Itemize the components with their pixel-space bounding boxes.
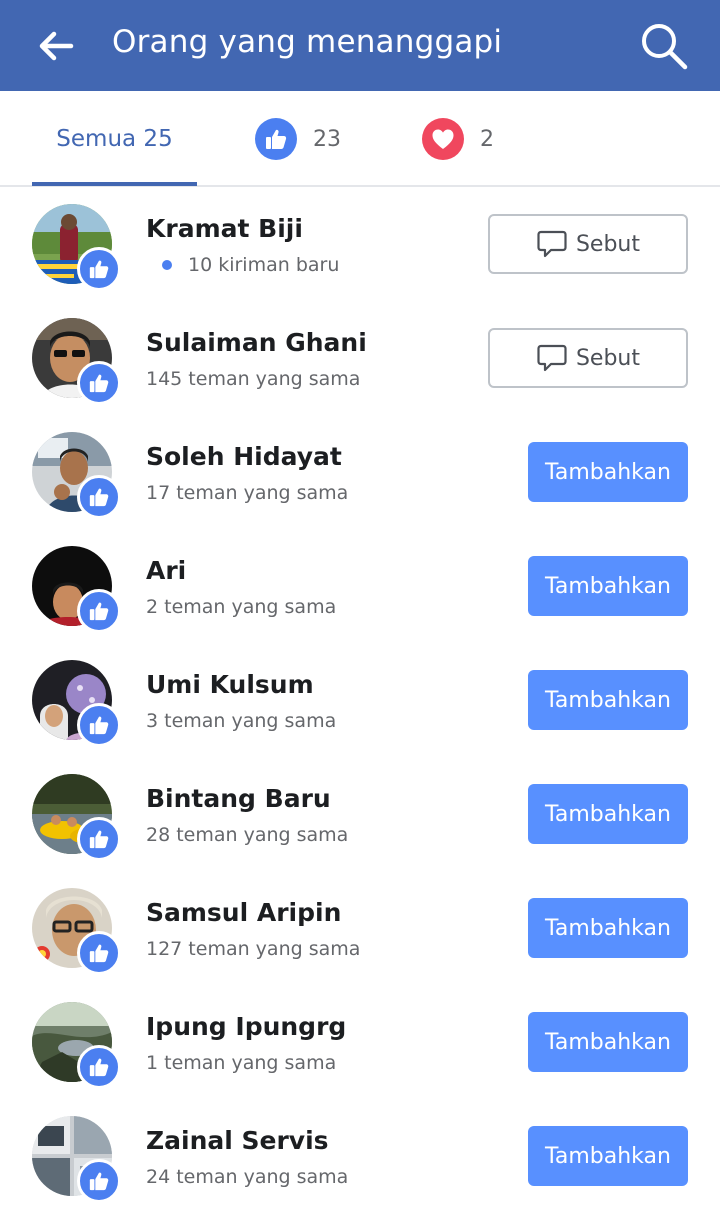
add-friend-button-label: Tambahkan: [545, 573, 671, 599]
add-friend-button[interactable]: Tambahkan: [528, 442, 688, 502]
add-friend-button[interactable]: Tambahkan: [528, 784, 688, 844]
person-name[interactable]: Soleh Hidayat: [146, 442, 342, 471]
like-badge-icon: [77, 703, 121, 747]
mutual-friends-text: 2 teman yang sama: [146, 596, 337, 618]
page-title: Orang yang menanggapi: [112, 24, 503, 60]
mention-button[interactable]: Sebut: [488, 214, 688, 274]
person-name[interactable]: Ipung Ipungrg: [146, 1012, 346, 1041]
search-button[interactable]: [634, 16, 694, 76]
like-badge-icon: [77, 589, 121, 633]
list-item[interactable]: Ipung Ipungrg 1 teman yang sama Tambahka…: [0, 986, 720, 1100]
like-badge-icon: [77, 1045, 121, 1089]
list-item[interactable]: Umi Kulsum 3 teman yang sama Tambahkan: [0, 644, 720, 758]
avatar[interactable]: [32, 204, 121, 292]
add-friend-button[interactable]: Tambahkan: [528, 898, 688, 958]
add-friend-button-label: Tambahkan: [545, 687, 671, 713]
mutual-friends-text: 24 teman yang sama: [146, 1166, 349, 1188]
love-count: 2: [480, 126, 494, 152]
add-friend-button-label: Tambahkan: [545, 915, 671, 941]
like-badge-icon: [77, 361, 121, 405]
tab-like[interactable]: 23: [255, 91, 375, 187]
add-friend-button-label: Tambahkan: [545, 1029, 671, 1055]
list-item[interactable]: Ari 2 teman yang sama Tambahkan: [0, 530, 720, 644]
like-badge-icon: [77, 931, 121, 975]
reaction-tabs: Semua 25 23 2: [0, 91, 720, 187]
avatar[interactable]: [32, 1116, 121, 1204]
person-name[interactable]: Umi Kulsum: [146, 670, 314, 699]
person-name[interactable]: Sulaiman Ghani: [146, 328, 367, 357]
list-item[interactable]: Kramat Biji 10 kiriman baru Sebut: [0, 188, 720, 302]
like-badge-icon: [77, 1159, 121, 1203]
mutual-friends-text: 3 teman yang sama: [146, 710, 337, 732]
speech-bubble-icon: [537, 344, 567, 372]
top-app-bar: Orang yang menanggapi: [0, 0, 720, 91]
person-name[interactable]: Zainal Servis: [146, 1126, 329, 1155]
list-item[interactable]: Samsul Aripin 127 teman yang sama Tambah…: [0, 872, 720, 986]
add-friend-button[interactable]: Tambahkan: [528, 670, 688, 730]
mutual-friends-text: 17 teman yang sama: [146, 482, 349, 504]
avatar[interactable]: [32, 774, 121, 862]
list-item[interactable]: Soleh Hidayat 17 teman yang sama Tambahk…: [0, 416, 720, 530]
person-name[interactable]: Samsul Aripin: [146, 898, 341, 927]
list-item[interactable]: Bintang Baru 28 teman yang sama Tambahka…: [0, 758, 720, 872]
mention-button-label: Sebut: [575, 231, 641, 257]
like-badge-icon: [77, 475, 121, 519]
person-name[interactable]: Bintang Baru: [146, 784, 331, 813]
like-badge-icon: [77, 817, 121, 861]
person-name[interactable]: Kramat Biji: [146, 214, 303, 243]
mention-button[interactable]: Sebut: [488, 328, 688, 388]
arrow-left-icon: [39, 31, 74, 61]
mutual-friends-text: 28 teman yang sama: [146, 824, 349, 846]
active-tab-indicator: [32, 182, 197, 186]
mutual-friends-text: 1 teman yang sama: [146, 1052, 337, 1074]
person-name[interactable]: Ari: [146, 556, 186, 585]
add-friend-button[interactable]: Tambahkan: [528, 1012, 688, 1072]
like-badge-icon: [77, 247, 121, 291]
new-posts-dot: [162, 259, 172, 270]
list-item[interactable]: Zainal Servis 24 teman yang sama Tambahk…: [0, 1100, 720, 1214]
person-subtitle: 10 kiriman baru: [146, 254, 339, 276]
like-count: 23: [313, 126, 341, 152]
avatar[interactable]: [32, 546, 121, 634]
new-posts-text: 10 kiriman baru: [188, 254, 340, 276]
tab-love[interactable]: 2: [422, 91, 532, 187]
back-button[interactable]: [32, 22, 80, 70]
avatar[interactable]: [32, 1002, 121, 1090]
mention-button-label: Sebut: [575, 345, 641, 371]
avatar[interactable]: [32, 660, 121, 748]
mutual-friends-text: 145 teman yang sama: [146, 368, 361, 390]
add-friend-button[interactable]: Tambahkan: [528, 1126, 688, 1186]
avatar[interactable]: [32, 888, 121, 976]
search-icon: [642, 24, 688, 70]
avatar[interactable]: [32, 318, 121, 406]
add-friend-button-label: Tambahkan: [545, 459, 671, 485]
add-friend-button[interactable]: Tambahkan: [528, 556, 688, 616]
reactor-list: Kramat Biji 10 kiriman baru Sebut Sulaim…: [0, 188, 720, 1214]
heart-icon: [422, 118, 464, 160]
tab-all[interactable]: Semua 25: [32, 91, 197, 187]
thumbs-up-icon: [255, 118, 297, 160]
list-item[interactable]: Sulaiman Ghani 145 teman yang sama Sebut: [0, 302, 720, 416]
add-friend-button-label: Tambahkan: [545, 1143, 671, 1169]
mutual-friends-text: 127 teman yang sama: [146, 938, 361, 960]
avatar[interactable]: [32, 432, 121, 520]
speech-bubble-icon: [537, 230, 567, 258]
tab-all-label: Semua 25: [56, 126, 173, 152]
add-friend-button-label: Tambahkan: [545, 801, 671, 827]
